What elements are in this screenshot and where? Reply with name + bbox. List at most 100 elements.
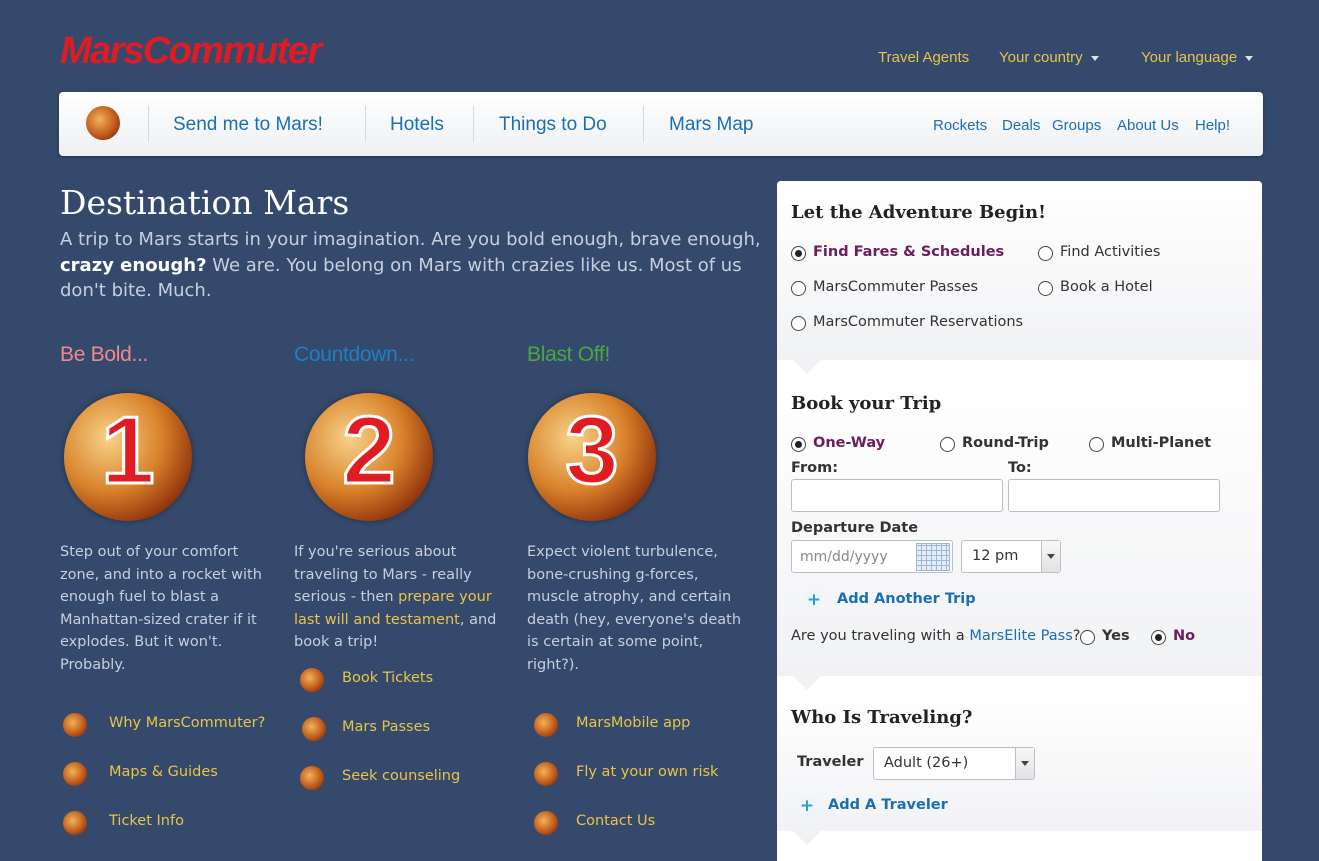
section-divider xyxy=(793,831,821,845)
step-description: If you're serious about traveling to Mar… xyxy=(294,541,509,654)
nav-item-deals[interactable]: Deals xyxy=(1002,117,1040,134)
traveler-value: Adult (26+) xyxy=(884,755,969,771)
link-label: Contact Us xyxy=(576,813,656,829)
link-label: MarsMobile app xyxy=(576,715,691,731)
radio-button xyxy=(1089,437,1104,452)
step-description: Expect violent turbulence, bone-crushing… xyxy=(527,544,742,673)
step-number: 3 xyxy=(564,397,620,504)
hero-description: A trip to Mars starts in your imaginatio… xyxy=(60,227,765,304)
site-logo[interactable]: MarsCommuter xyxy=(60,30,322,73)
chevron-down-icon xyxy=(1090,55,1099,61)
who-traveling-title: Who Is Traveling? xyxy=(791,707,973,728)
nav-item-rockets[interactable]: Rockets xyxy=(933,117,987,134)
adventure-section: Let the Adventure Begin! Find Fares & Sc… xyxy=(777,181,1262,360)
language-label: Your language xyxy=(1141,49,1238,66)
radio-label: Find Activities xyxy=(1060,244,1161,260)
booking-panel: Let the Adventure Begin! Find Fares & Sc… xyxy=(777,181,1262,861)
step-title: Blast Off! xyxy=(527,343,610,366)
page-title: Destination Mars xyxy=(60,183,350,222)
mars-planet-icon xyxy=(63,762,87,786)
nav-item-things-to-do[interactable]: Things to Do xyxy=(499,114,607,136)
radio-button xyxy=(940,437,955,452)
planet-number-1-icon: 1 xyxy=(64,393,192,521)
nav-item-mars-map[interactable]: Mars Map xyxy=(669,114,753,136)
book-trip-section: Book your Trip One-Way Round-Trip Multi-… xyxy=(777,375,1262,676)
link-label: Why MarsCommuter? xyxy=(109,715,266,731)
add-traveler-label: Add A Traveler xyxy=(828,797,948,813)
step-column-1: Be Bold... 1 Step out of your comfort zo… xyxy=(60,343,275,835)
radio-label: Book a Hotel xyxy=(1060,279,1153,295)
elite-question-start: Are you traveling with a xyxy=(791,628,970,644)
radio-button xyxy=(791,437,806,452)
travel-agents-link[interactable]: Travel Agents xyxy=(878,49,969,66)
mars-planet-icon xyxy=(300,766,324,790)
step-title: Countdown... xyxy=(294,343,415,366)
from-label: From: xyxy=(791,460,838,476)
to-input[interactable] xyxy=(1008,479,1220,512)
link-label: Book Tickets xyxy=(342,670,434,686)
radio-label: Yes xyxy=(1102,628,1130,644)
add-trip-label: Add Another Trip xyxy=(837,591,976,607)
mars-planet-icon xyxy=(534,811,558,835)
elite-pass-question: Are you traveling with a MarsElite Pass? xyxy=(791,628,1080,644)
radio-label: MarsCommuter Passes xyxy=(813,279,979,295)
nav-item-groups[interactable]: Groups xyxy=(1052,117,1101,134)
link-label: Seek counseling xyxy=(342,768,461,784)
radio-label: One-Way xyxy=(813,435,886,451)
nav-divider xyxy=(643,106,644,142)
nav-divider xyxy=(473,106,474,142)
country-dropdown[interactable]: Your country xyxy=(999,49,1099,66)
mars-planet-icon xyxy=(300,668,324,692)
plus-icon: + xyxy=(805,590,823,610)
section-divider xyxy=(793,360,821,374)
who-traveling-section: Who Is Traveling? Traveler Adult (26+) +… xyxy=(777,691,1262,831)
radio-button xyxy=(791,281,806,296)
radio-button xyxy=(1038,246,1053,261)
mars-planet-icon xyxy=(534,713,558,737)
nav-item-send-me-to-mars[interactable]: Send me to Mars! xyxy=(173,114,323,136)
step-number: 2 xyxy=(341,397,397,504)
radio-label: No xyxy=(1173,628,1196,644)
from-input[interactable] xyxy=(791,479,1003,512)
chevron-down-icon xyxy=(1015,748,1034,779)
language-dropdown[interactable]: Your language xyxy=(1141,49,1254,66)
link-label: Ticket Info xyxy=(109,813,184,829)
mars-planet-icon xyxy=(63,713,87,737)
nav-item-about-us[interactable]: About Us xyxy=(1117,117,1179,134)
hero-text-start: A trip to Mars starts in your imaginatio… xyxy=(60,229,761,250)
time-select[interactable]: 12 pm xyxy=(961,540,1061,573)
calendar-icon[interactable] xyxy=(916,543,950,571)
planet-number-3-icon: 3 xyxy=(528,393,656,521)
step-title: Be Bold... xyxy=(60,343,149,366)
plus-icon: + xyxy=(798,796,816,816)
step-column-2: Countdown... 2 If you're serious about t… xyxy=(294,343,509,790)
mars-planet-icon xyxy=(302,717,326,741)
radio-label: Round-Trip xyxy=(962,435,1049,451)
step-number: 1 xyxy=(100,397,156,504)
time-value: 12 pm xyxy=(972,548,1019,564)
radio-button xyxy=(1080,630,1095,645)
adventure-title: Let the Adventure Begin! xyxy=(791,202,1047,223)
nav-divider xyxy=(365,106,366,142)
radio-button xyxy=(1151,630,1166,645)
traveler-select[interactable]: Adult (26+) xyxy=(873,747,1035,780)
mars-planet-icon xyxy=(63,811,87,835)
country-label: Your country xyxy=(999,49,1083,66)
mars-planet-icon[interactable] xyxy=(86,106,120,140)
chevron-down-icon xyxy=(1041,541,1060,572)
radio-button xyxy=(791,246,806,261)
marselite-pass-link[interactable]: MarsElite Pass xyxy=(969,628,1072,644)
chevron-down-icon xyxy=(1245,55,1254,61)
radio-label: MarsCommuter Reservations xyxy=(813,314,1024,330)
mars-planet-icon xyxy=(534,762,558,786)
radio-label: Find Fares & Schedules xyxy=(813,244,1005,260)
nav-item-hotels[interactable]: Hotels xyxy=(390,114,444,136)
link-label: Fly at your own risk xyxy=(576,764,719,780)
traveler-label: Traveler xyxy=(797,754,864,770)
nav-item-help[interactable]: Help! xyxy=(1195,117,1230,134)
link-label: Mars Passes xyxy=(342,719,431,735)
radio-button xyxy=(1038,281,1053,296)
departure-date-label: Departure Date xyxy=(791,520,919,536)
radio-label: Multi-Planet xyxy=(1111,435,1212,451)
to-label: To: xyxy=(1008,460,1032,476)
